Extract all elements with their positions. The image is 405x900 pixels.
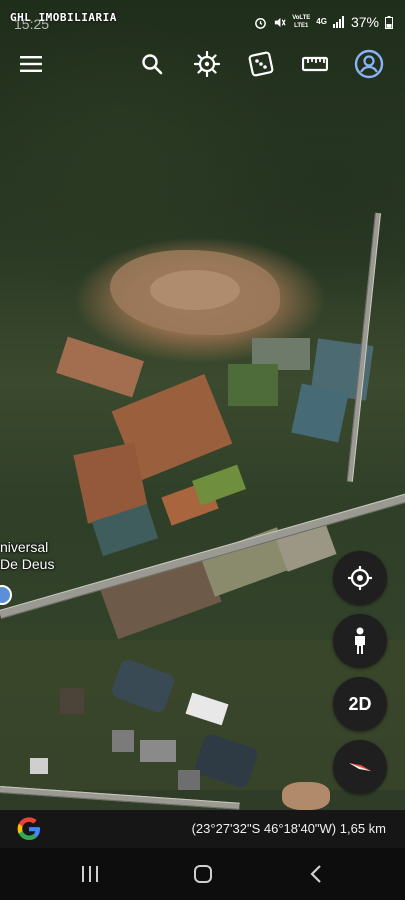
ship-wheel-icon <box>194 51 220 77</box>
account-circle-icon <box>354 49 384 79</box>
compass-button[interactable] <box>333 740 387 794</box>
menu-button[interactable] <box>14 47 48 81</box>
farm-plot <box>192 464 246 506</box>
my-location-button[interactable] <box>333 551 387 605</box>
place-label[interactable]: niversal De Deus <box>0 539 54 573</box>
google-g-icon <box>17 817 40 840</box>
home-button[interactable] <box>183 860 223 888</box>
home-icon <box>194 865 212 883</box>
recents-icon <box>82 866 98 882</box>
top-toolbar <box>0 44 405 84</box>
back-button[interactable] <box>296 860 336 888</box>
feeling-lucky-button[interactable] <box>244 47 278 81</box>
place-label-line1: niversal <box>0 539 49 555</box>
battery-percent: 37% <box>350 14 379 30</box>
status-bar: 15:25 GHL IMOBILIARIA VoLTE LTE1 4G 37% <box>0 0 405 40</box>
alarm-icon <box>255 17 267 29</box>
network-lte: LTE1 <box>294 23 309 29</box>
search-button[interactable] <box>135 47 169 81</box>
view-mode-toggle[interactable]: 2D <box>333 677 387 731</box>
coordinates-readout: (23°27'32"S 46°18'40"W) 1,65 km <box>191 821 386 836</box>
farm-plot <box>228 364 278 406</box>
pegman-icon <box>355 627 365 654</box>
watermark: GHL IMOBILIARIA <box>10 11 117 24</box>
status-icons: VoLTE LTE1 4G 37% <box>254 14 393 30</box>
signal-icon <box>332 16 344 28</box>
building <box>30 758 48 774</box>
network-volte: VoLTE <box>292 15 311 21</box>
farm-plot <box>56 336 144 398</box>
account-button[interactable] <box>352 47 386 81</box>
menu-icon <box>20 56 42 72</box>
back-icon <box>310 865 321 883</box>
building <box>178 770 200 790</box>
view-mode-label: 2D <box>348 693 372 714</box>
dice-icon <box>248 51 274 77</box>
compass-icon <box>349 763 371 771</box>
network-type: VoLTE LTE1 <box>292 14 310 30</box>
search-icon <box>142 54 163 75</box>
network-gen: 4G <box>316 17 327 26</box>
info-bar: (23°27'32"S 46°18'40"W) 1,65 km <box>0 810 405 848</box>
bare-earth-area <box>282 782 330 810</box>
bare-earth-area <box>150 270 240 310</box>
building <box>60 688 84 714</box>
street-view-button[interactable] <box>333 614 387 668</box>
voyager-button[interactable] <box>190 47 224 81</box>
building <box>140 740 176 762</box>
system-nav-bar <box>0 848 405 900</box>
place-label-line2: De Deus <box>0 556 55 572</box>
battery-icon <box>385 15 393 29</box>
mute-icon <box>275 17 286 27</box>
recents-button[interactable] <box>70 860 110 888</box>
farm-plot <box>291 383 349 443</box>
ruler-icon <box>302 56 328 72</box>
crosshair-icon <box>348 566 372 590</box>
measure-button[interactable] <box>298 47 332 81</box>
building <box>112 730 134 752</box>
